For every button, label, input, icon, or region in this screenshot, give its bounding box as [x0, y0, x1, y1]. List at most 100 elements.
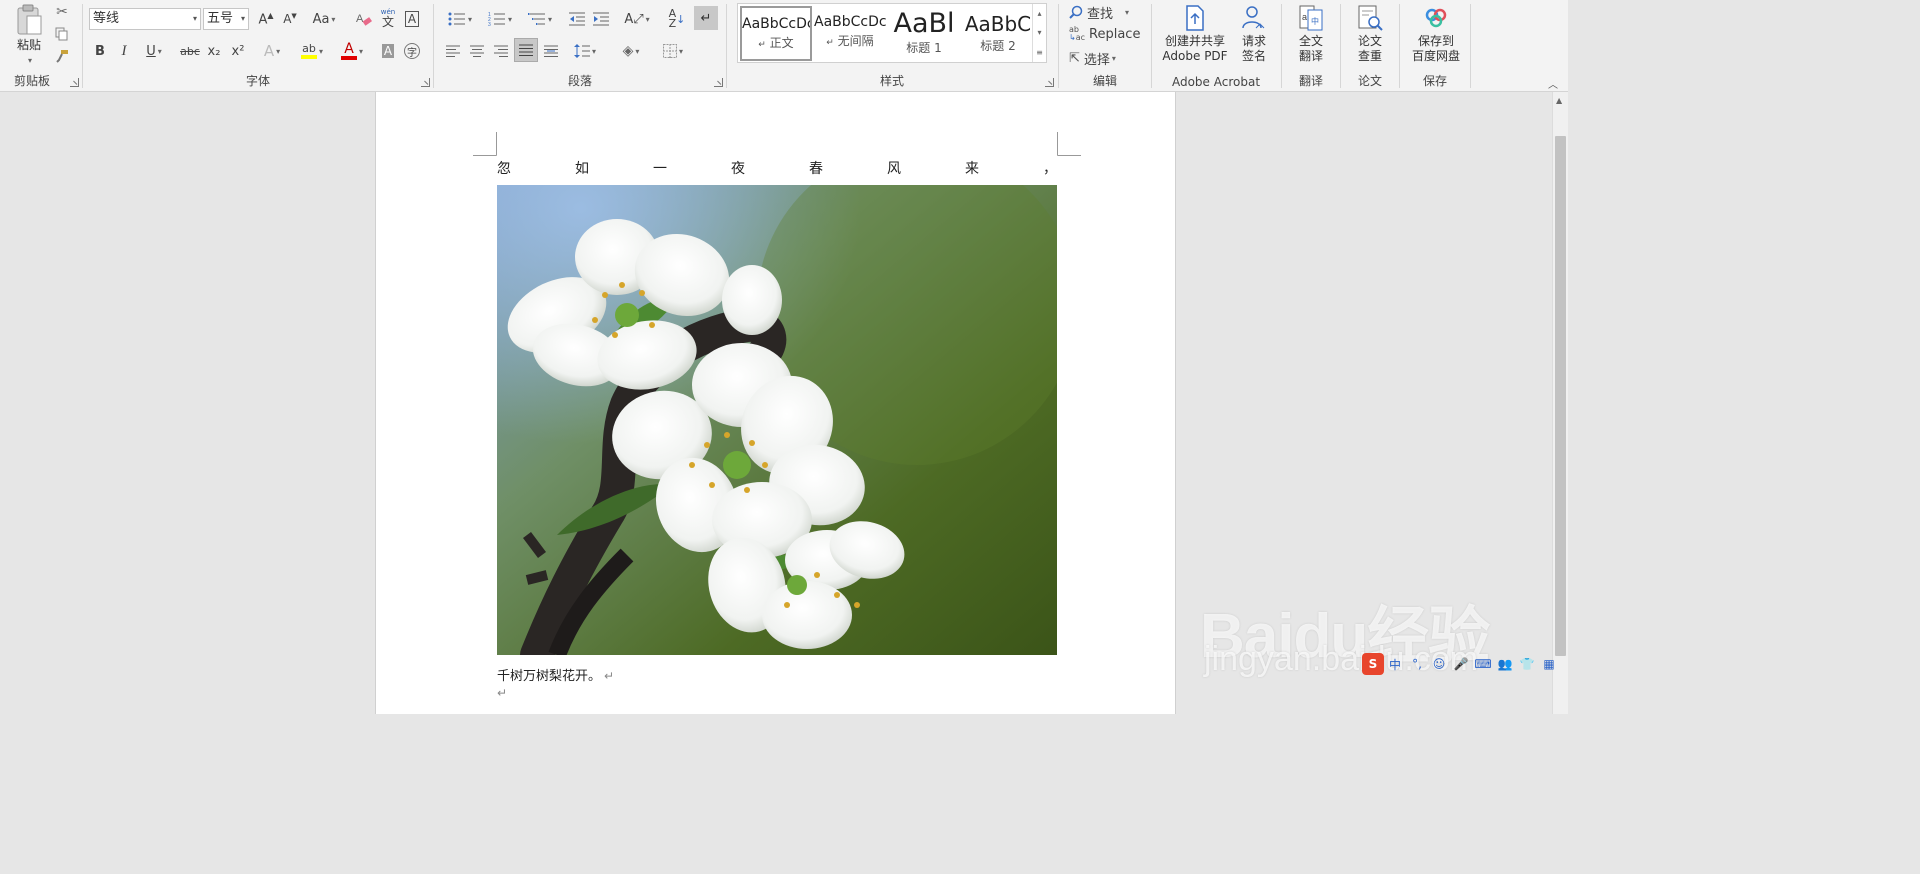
scroll-up-icon[interactable]: ▲ [1556, 96, 1562, 105]
chevron-down-icon: ▾ [645, 14, 650, 24]
bold-button[interactable]: B [89, 40, 111, 62]
styles-group-label: 样式 [879, 74, 904, 88]
select-button[interactable]: ⇱ 选择 ▾ [1069, 48, 1143, 68]
style-heading-1[interactable]: AaBl 标题 1 [888, 6, 960, 61]
font-size-combo[interactable]: 五号 ▾ [203, 8, 249, 30]
phonetic-guide-button[interactable]: wén 文 [377, 6, 399, 30]
paper-group-label: 论文 [1357, 74, 1382, 88]
show-marks-button[interactable]: ↵ [694, 6, 718, 30]
keyboard-icon[interactable]: ⌨ [1472, 653, 1494, 675]
change-case-button[interactable]: Aa ▾ [309, 8, 339, 30]
svg-text:a: a [1302, 12, 1307, 22]
paper-group: 论文 查重 论文 [1341, 0, 1399, 92]
style-normal[interactable]: AaBbCcDc ↵ 正文 [740, 6, 812, 61]
chevron-down-icon: ▾ [591, 46, 596, 56]
replace-label: Replace [1089, 26, 1141, 42]
chinese-mode-icon[interactable]: 中 [1384, 653, 1406, 675]
create-pdf-label-2: Adobe PDF [1162, 49, 1228, 63]
decrease-indent-button[interactable] [566, 8, 588, 30]
translate-group: a中 全文 翻译 翻译 [1282, 0, 1340, 92]
scrollbar-thumb[interactable] [1555, 136, 1566, 656]
distributed-button[interactable] [540, 40, 562, 62]
borders-button[interactable]: ▾ [656, 40, 690, 62]
subscript-button[interactable]: x₂ [203, 40, 225, 62]
pilcrow-icon: ↵ [700, 10, 712, 26]
align-right-button[interactable] [490, 40, 512, 62]
highlighter-icon: ab [300, 43, 317, 59]
grow-font-button[interactable]: A▲ [255, 8, 277, 30]
format-painter-button[interactable] [52, 46, 72, 66]
translate-icon: a中 [1299, 5, 1323, 31]
paste-button[interactable]: 粘贴 ▾ [12, 4, 46, 68]
gallery-down-icon[interactable]: ▾ [1037, 28, 1041, 37]
char-border-button[interactable]: A [401, 8, 423, 30]
full-translate-button[interactable]: a中 全文 翻译 [1294, 4, 1328, 64]
clear-formatting-button[interactable]: A [353, 8, 375, 30]
create-pdf-button[interactable]: 创建并共享 Adobe PDF [1160, 4, 1230, 64]
decrease-indent-icon [569, 12, 585, 26]
italic-button[interactable]: I [113, 40, 135, 62]
pear-blossom-image[interactable] [497, 185, 1057, 655]
text-effects-button[interactable]: A ▾ [257, 40, 287, 62]
paper-check-button[interactable]: 论文 查重 [1353, 4, 1387, 64]
styles-dialog-launcher[interactable] [1045, 78, 1054, 87]
font-size-value: 五号 [207, 11, 234, 26]
align-left-button[interactable] [442, 40, 464, 62]
replace-icon: ab ↳ac [1069, 25, 1086, 42]
find-button[interactable]: 查找 ▾ [1069, 2, 1143, 22]
chevron-down-icon: ▾ [157, 46, 162, 56]
bullets-button[interactable]: ▾ [442, 8, 478, 30]
justify-button[interactable] [514, 38, 538, 62]
multilevel-list-button[interactable]: ▾ [522, 8, 558, 30]
increase-indent-button[interactable] [590, 8, 612, 30]
font-name-combo[interactable]: 等线 ▾ [89, 8, 201, 30]
clipboard-dialog-launcher[interactable] [70, 78, 79, 87]
style-name: ↵ 无间隔 [826, 34, 874, 48]
emoji-icon[interactable]: ☺ [1428, 653, 1450, 675]
shading-button[interactable]: ◈ ▾ [614, 40, 648, 62]
sogou-logo-icon[interactable]: S [1362, 653, 1384, 675]
toolbox-icon[interactable]: ▦ [1538, 653, 1560, 675]
justify-icon [519, 44, 533, 56]
save-to-baidu-pan-button[interactable]: 保存到 百度网盘 [1406, 4, 1466, 64]
font-color-button[interactable]: A ▾ [335, 40, 369, 62]
enclose-chars-button[interactable]: 字 [401, 40, 423, 62]
skin-icon[interactable]: 👕 [1516, 653, 1538, 675]
text-direction-button[interactable]: A⤢ ▾ [620, 8, 654, 30]
chevron-down-icon: ▾ [547, 14, 552, 24]
gallery-more-icon[interactable]: ≡ [1036, 48, 1043, 57]
font-dialog-launcher[interactable] [421, 78, 430, 87]
user-icon[interactable]: 👥 [1494, 653, 1516, 675]
document-page[interactable]: 忽如一夜春风来， 千树万树梨花开。 ↵ ↵ [375, 92, 1176, 714]
char-shading-button[interactable]: A [377, 40, 399, 62]
style-heading-2[interactable]: AaBbC 标题 2 [962, 6, 1034, 61]
gallery-up-icon[interactable]: ▴ [1037, 9, 1041, 18]
paragraph-dialog-launcher[interactable] [714, 78, 723, 87]
shrink-font-button[interactable]: A▼ [279, 8, 301, 30]
strikethrough-button[interactable]: abc [177, 40, 203, 62]
align-left-icon [446, 45, 460, 57]
punctuation-icon[interactable]: °, [1406, 653, 1428, 675]
line-spacing-button[interactable]: ▾ [568, 40, 602, 62]
superscript-button[interactable]: x² [227, 40, 249, 62]
sort-button[interactable]: A Z ↓ [666, 8, 688, 30]
style-no-spacing[interactable]: AaBbCcDc ↵ 无间隔 [814, 6, 886, 61]
select-label: 选择 [1083, 52, 1110, 68]
underline-button[interactable]: U ▾ [137, 40, 171, 62]
align-center-button[interactable] [466, 40, 488, 62]
cut-button[interactable]: ✂ [52, 2, 72, 22]
poem-char: 来 [965, 161, 979, 177]
poem-char: 忽 [497, 161, 511, 177]
microphone-icon[interactable]: 🎤 [1450, 653, 1472, 675]
replace-button[interactable]: ab ↳ac Replace [1069, 24, 1149, 44]
vertical-scrollbar[interactable]: ▲ [1552, 92, 1568, 714]
request-signature-button[interactable]: 请求 签名 [1236, 4, 1272, 64]
highlight-button[interactable]: ab ▾ [295, 40, 329, 62]
collapse-ribbon-button[interactable]: ︿ [1544, 76, 1562, 91]
line-spacing-icon [573, 44, 590, 58]
poem-char: 风 [887, 161, 901, 177]
acrobat-group-label: Adobe Acrobat [1171, 75, 1261, 89]
copy-icon [55, 27, 68, 41]
numbering-button[interactable]: 123 ▾ [482, 8, 518, 30]
copy-button[interactable] [52, 24, 72, 44]
